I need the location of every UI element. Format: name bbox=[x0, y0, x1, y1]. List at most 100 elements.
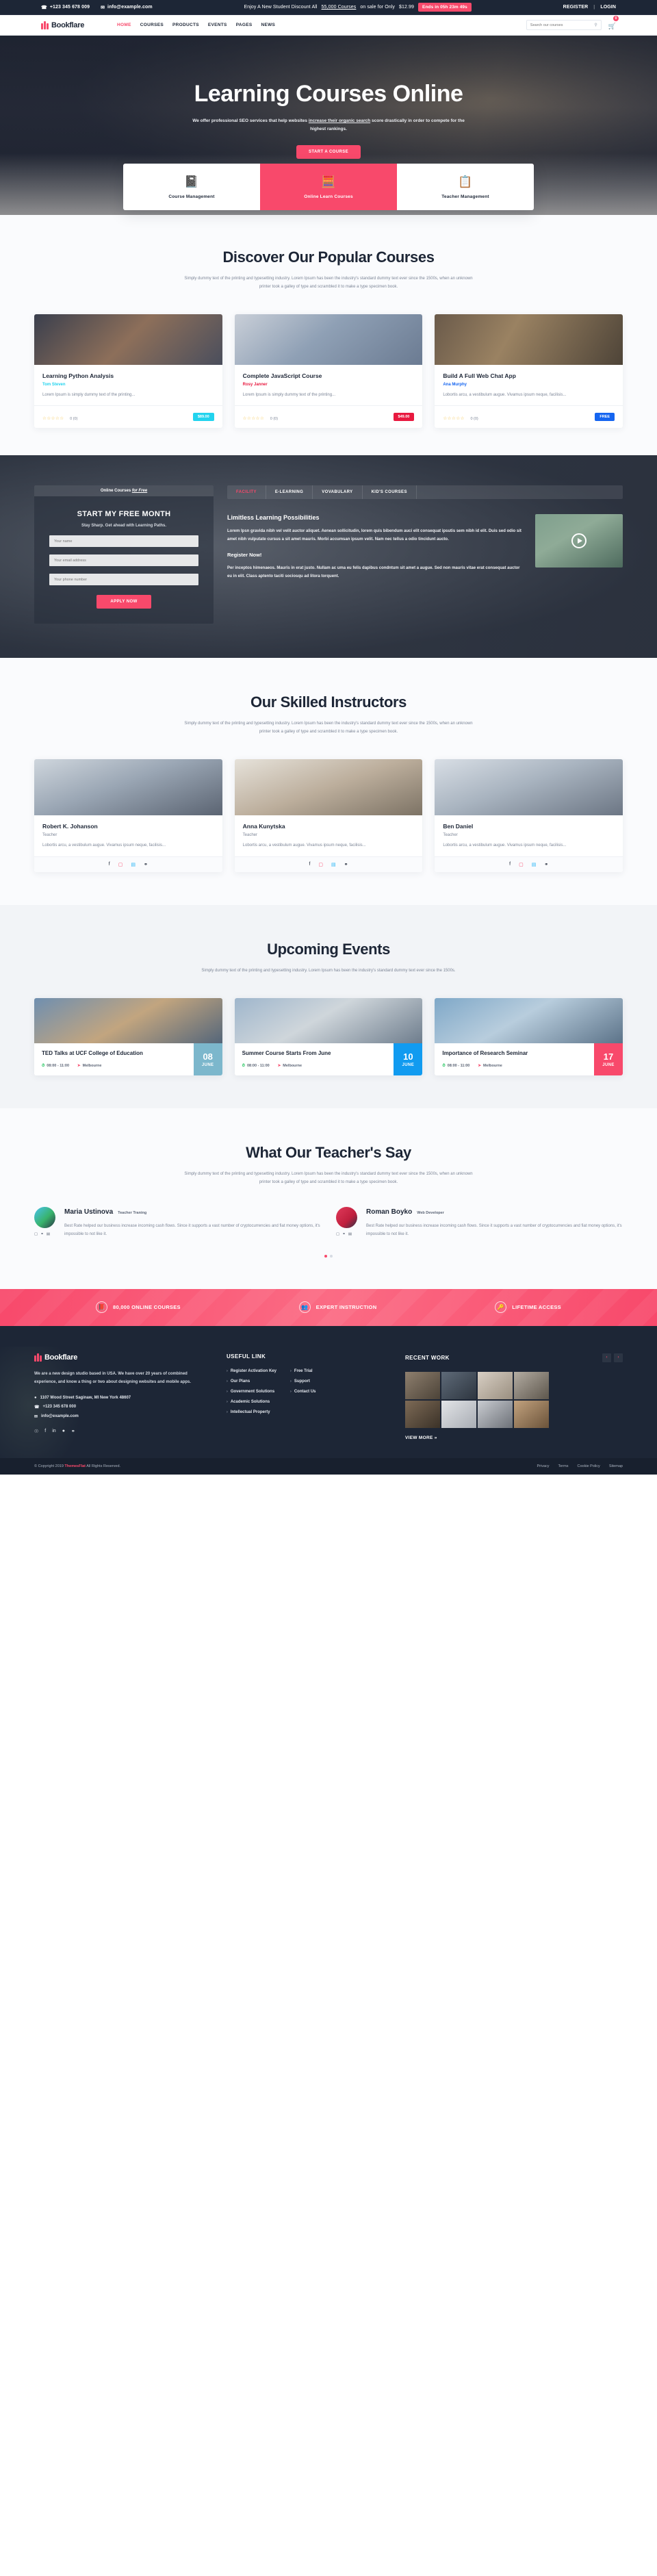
event-time: 08:00 - 11:00 bbox=[47, 1064, 70, 1069]
instagram-icon[interactable]: ▢ bbox=[118, 862, 123, 867]
instagram-icon[interactable]: ▢ bbox=[318, 862, 323, 867]
behance-icon[interactable]: ⚭ bbox=[71, 1429, 75, 1434]
footer-link-item[interactable]: › Free Trial bbox=[290, 1369, 316, 1373]
footer-link-privacy[interactable]: Privacy bbox=[537, 1464, 549, 1468]
logo[interactable]: Bookflare bbox=[41, 21, 84, 29]
chevron-right-icon[interactable]: › bbox=[614, 1353, 623, 1362]
facebook-icon[interactable]: f bbox=[309, 862, 310, 867]
event-card[interactable]: Summer Course Starts From June ⏱ 08:00 - … bbox=[234, 998, 423, 1075]
footer-link-item[interactable]: › Our Plans bbox=[227, 1379, 276, 1383]
topbar-phone[interactable]: ☎ +123 345 678 009 bbox=[41, 5, 90, 10]
course-author[interactable]: Ana Murphy bbox=[443, 383, 615, 387]
instructor-card[interactable]: Anna Kunytska Teacher Lobortis arcu, a v… bbox=[234, 759, 423, 873]
promo-video-thumbnail[interactable] bbox=[535, 514, 623, 568]
github-icon[interactable]: ⚭ bbox=[544, 862, 548, 867]
work-thumbnail[interactable] bbox=[478, 1371, 513, 1399]
course-author[interactable]: Rosy Janner bbox=[243, 383, 415, 387]
instagram-icon[interactable]: ▢ bbox=[34, 1232, 38, 1236]
login-link[interactable]: LOGIN bbox=[600, 5, 616, 10]
course-card[interactable]: Complete JavaScript Course Rosy Janner L… bbox=[234, 314, 423, 429]
register-link[interactable]: REGISTER bbox=[563, 5, 589, 10]
instructor-card[interactable]: Robert K. Johanson Teacher Lobortis arcu… bbox=[34, 759, 222, 873]
carousel-dot[interactable] bbox=[330, 1254, 333, 1258]
course-author[interactable]: Tom Steven bbox=[42, 383, 214, 387]
work-thumbnail[interactable] bbox=[441, 1400, 476, 1428]
play-icon[interactable] bbox=[571, 533, 587, 549]
footer-link-item[interactable]: › Support bbox=[290, 1379, 316, 1383]
github-icon[interactable]: ⚭ bbox=[40, 1232, 44, 1236]
course-rating-stars: ☆☆☆☆☆ bbox=[443, 416, 465, 422]
footer-link-item[interactable]: › Intellectual Property bbox=[227, 1410, 276, 1414]
nav-item-home[interactable]: HOME bbox=[117, 23, 131, 27]
name-input[interactable] bbox=[49, 535, 198, 548]
github-icon[interactable]: ⚭ bbox=[342, 1232, 346, 1236]
tab-vovabulary[interactable]: VOVABULARY bbox=[313, 485, 363, 500]
facebook-icon[interactable]: f bbox=[44, 1429, 46, 1434]
footer-link-item[interactable]: › Academic Solutions bbox=[227, 1400, 276, 1404]
cart-button[interactable]: 🛒 0 bbox=[608, 15, 619, 31]
work-thumbnail[interactable] bbox=[514, 1371, 549, 1399]
feature-card-course-management[interactable]: 📓 Course Management bbox=[123, 164, 260, 210]
topbar-email[interactable]: ✉ info@example.com bbox=[101, 5, 153, 10]
skype-icon[interactable]: ▤ bbox=[131, 862, 136, 867]
search-icon[interactable]: ⚲ bbox=[594, 23, 597, 27]
hero-sub-link[interactable]: increase their organic search bbox=[309, 118, 370, 123]
copyright-brand[interactable]: ThemesFlat bbox=[64, 1464, 86, 1468]
feature-card-teacher-management[interactable]: 📋 Teacher Management bbox=[397, 164, 534, 210]
tab-facility[interactable]: FACILITY bbox=[227, 485, 266, 500]
instagram-icon[interactable]: ▢ bbox=[336, 1232, 339, 1236]
nav-item-news[interactable]: NEWS bbox=[261, 23, 275, 27]
footer-link-item[interactable]: › Contact Us bbox=[290, 1390, 316, 1394]
event-card[interactable]: TED Talks at UCF College of Education ⏱ 0… bbox=[34, 998, 222, 1075]
start-course-button[interactable]: START A COURSE bbox=[296, 144, 361, 159]
instagram-icon[interactable]: ▢ bbox=[519, 862, 524, 867]
skype-icon[interactable]: ▤ bbox=[331, 862, 336, 867]
instructor-card[interactable]: Ben Daniel Teacher Lobortis arcu, a vest… bbox=[435, 759, 623, 873]
feature-card-online-learn-courses[interactable]: 🧮 Online Learn Courses bbox=[260, 164, 397, 210]
tab-e-learning[interactable]: E-LEARNING bbox=[266, 485, 313, 500]
event-location: Melbourne bbox=[482, 1064, 502, 1069]
event-card[interactable]: Importance of Research Seminar ⏱ 08:00 - … bbox=[435, 998, 623, 1075]
promo-courses-link[interactable]: 55,000 Courses bbox=[322, 5, 357, 10]
form-subtitle: Stay Sharp. Get ahead with Learning Path… bbox=[81, 524, 167, 528]
view-more-link[interactable]: VIEW MORE » bbox=[405, 1436, 623, 1440]
github-icon[interactable]: ⚭ bbox=[344, 862, 348, 867]
linkedin-icon[interactable]: in bbox=[52, 1429, 55, 1434]
skype-icon[interactable]: ▤ bbox=[532, 862, 537, 867]
footer-link-terms[interactable]: Terms bbox=[558, 1464, 569, 1468]
nav-item-pages[interactable]: PAGES bbox=[236, 23, 253, 27]
work-thumbnail[interactable] bbox=[514, 1400, 549, 1428]
work-thumbnail[interactable] bbox=[441, 1371, 476, 1399]
skype-icon[interactable]: ▤ bbox=[47, 1232, 50, 1236]
event-month: JUNE bbox=[602, 1062, 615, 1067]
github-icon[interactable]: ⚭ bbox=[144, 862, 148, 867]
dribbble-icon[interactable]: ● bbox=[62, 1429, 65, 1434]
tab-kids-courses[interactable]: KID'S COURSES bbox=[363, 485, 417, 500]
work-thumbnail[interactable] bbox=[405, 1400, 440, 1428]
footer-link-item[interactable]: › Register Activation Key bbox=[227, 1369, 276, 1373]
phone-input[interactable] bbox=[49, 574, 198, 586]
footer-link-item[interactable]: › Government Solutions bbox=[227, 1390, 276, 1394]
work-thumbnail[interactable] bbox=[405, 1371, 440, 1399]
chevron-left-icon[interactable]: ‹ bbox=[602, 1353, 611, 1362]
apply-now-button[interactable]: APPLY NOW bbox=[96, 595, 151, 609]
footer-phone[interactable]: ☎ +123 345 678 000 bbox=[34, 1405, 209, 1410]
work-thumbnail[interactable] bbox=[478, 1400, 513, 1428]
nav-item-courses[interactable]: COURSES bbox=[140, 23, 164, 27]
carousel-dot-active[interactable] bbox=[324, 1254, 327, 1258]
facebook-icon[interactable]: f bbox=[109, 862, 110, 867]
nav-item-events[interactable]: EVENTS bbox=[208, 23, 227, 27]
footer-email[interactable]: ✉ info@example.com bbox=[34, 1414, 209, 1419]
facebook-icon[interactable]: f bbox=[509, 862, 511, 867]
twitter-icon[interactable]: ☉ bbox=[34, 1429, 38, 1434]
footer-link-sitemap[interactable]: Sitemap bbox=[609, 1464, 623, 1468]
search-input[interactable] bbox=[530, 23, 595, 27]
nav-item-products[interactable]: PRODUCTS bbox=[172, 23, 199, 27]
skype-icon[interactable]: ▤ bbox=[348, 1232, 352, 1236]
footer-logo[interactable]: Bookflare bbox=[34, 1353, 209, 1362]
course-card[interactable]: Build A Full Web Chat App Ana Murphy Lob… bbox=[435, 314, 623, 429]
footer-link-cookie-policy[interactable]: Cookie Policy bbox=[577, 1464, 600, 1468]
course-card[interactable]: Learning Python Analysis Tom Steven Lore… bbox=[34, 314, 222, 429]
search-box[interactable]: ⚲ bbox=[526, 20, 602, 30]
email-input[interactable] bbox=[49, 554, 198, 567]
